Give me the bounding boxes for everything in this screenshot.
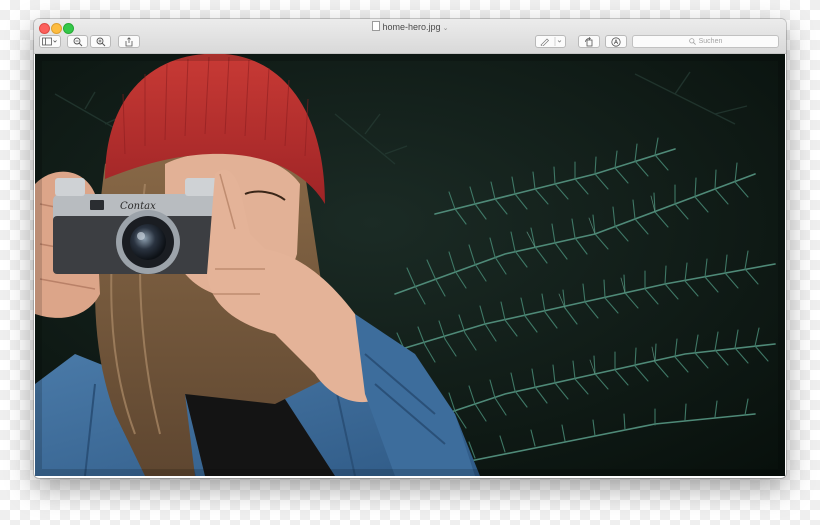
- share-button[interactable]: [118, 35, 140, 48]
- zoom-out-button[interactable]: [67, 35, 88, 48]
- window-title-text: home-hero.jpg: [382, 22, 441, 32]
- image-canvas[interactable]: Contax: [35, 54, 785, 476]
- sidebar-icon: [42, 37, 57, 46]
- preview-window: home-hero.jpg ⌄ Suchen Contax: [34, 19, 786, 478]
- zoom-in-button[interactable]: [90, 35, 111, 48]
- photo-woman-with-camera: Contax: [35, 54, 785, 476]
- search-field[interactable]: Suchen: [632, 35, 779, 48]
- rotate-icon: [585, 36, 593, 46]
- sidebar-toggle-button[interactable]: [39, 35, 61, 48]
- annotate-button[interactable]: [605, 35, 627, 48]
- title-bar: home-hero.jpg ⌄ Suchen: [34, 19, 786, 54]
- rotate-button[interactable]: [578, 35, 600, 48]
- window-title[interactable]: home-hero.jpg ⌄: [34, 21, 786, 35]
- zoom-out-icon: [73, 37, 82, 46]
- zoom-in-icon: [96, 37, 105, 46]
- share-icon: [125, 36, 133, 46]
- search-placeholder: Suchen: [698, 38, 723, 45]
- title-chevron-icon: ⌄: [442, 25, 449, 32]
- pen-icon: [540, 37, 561, 46]
- document-icon: [371, 21, 380, 31]
- annotate-icon: [611, 36, 621, 47]
- markup-toolbar-button[interactable]: [535, 35, 566, 48]
- search-icon: [688, 38, 696, 45]
